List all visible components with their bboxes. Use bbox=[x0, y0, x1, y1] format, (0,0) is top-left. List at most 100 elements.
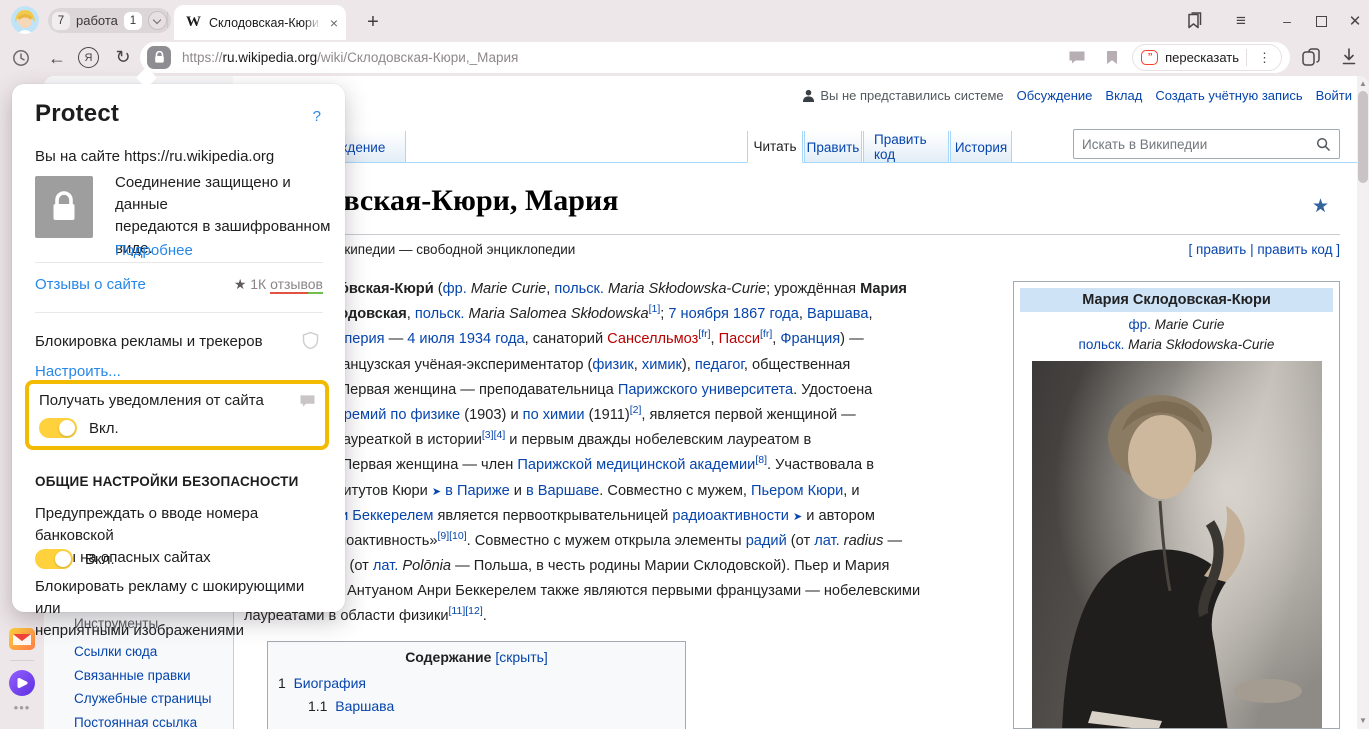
wiki-link[interactable]: польск. bbox=[554, 281, 604, 297]
wiki-link[interactable]: Парижского университета bbox=[618, 382, 793, 398]
new-tab-button[interactable]: + bbox=[358, 7, 388, 37]
wiki-link[interactable]: по химии bbox=[523, 407, 585, 423]
details-link[interactable]: Подробнее bbox=[115, 242, 193, 259]
window-maximize-button[interactable] bbox=[1310, 10, 1332, 32]
scroll-up-arrow[interactable]: ▲ bbox=[1358, 79, 1368, 88]
toc-link-biography[interactable]: Биография bbox=[294, 675, 366, 691]
collections-icon[interactable] bbox=[1301, 47, 1322, 68]
personal-link-create-account[interactable]: Создать учётную запись bbox=[1155, 88, 1302, 103]
wiki-link[interactable]: педагог bbox=[695, 357, 744, 373]
back-arrow-icon[interactable]: ← bbox=[47, 48, 67, 68]
toc-link-warsaw[interactable]: Варшава bbox=[335, 698, 394, 714]
protect-help-link[interactable]: ? bbox=[313, 108, 321, 125]
yandex-search-icon[interactable]: Я bbox=[78, 47, 99, 68]
wiki-link[interactable]: радиоактивности bbox=[672, 508, 789, 524]
wiki-search-box[interactable] bbox=[1073, 129, 1340, 159]
browser-menu-icon[interactable]: ≡ bbox=[1230, 10, 1252, 32]
personal-link-talk[interactable]: Обсуждение bbox=[1017, 88, 1093, 103]
tab-edit-source[interactable]: Править код bbox=[863, 131, 949, 163]
text-segment: — Польша, в честь родины Марии Склодовск… bbox=[451, 558, 889, 574]
reference-link[interactable]: [fr] bbox=[760, 329, 772, 341]
site-reviews-link[interactable]: Отзывы о сайте bbox=[35, 276, 146, 293]
wiki-link[interactable]: 1934 года bbox=[459, 331, 525, 347]
protect-lock-button[interactable] bbox=[147, 46, 171, 69]
personal-link-contribs[interactable]: Вклад bbox=[1105, 88, 1142, 103]
reference-link[interactable]: [9][10] bbox=[437, 530, 466, 542]
wiki-link[interactable]: 7 ноября bbox=[668, 306, 728, 322]
reference-link[interactable]: [8] bbox=[755, 454, 767, 466]
wiki-link[interactable]: 1867 года bbox=[733, 306, 799, 322]
edit-link[interactable]: править bbox=[1196, 242, 1246, 257]
page-scrollbar-thumb[interactable] bbox=[1358, 91, 1368, 183]
history-clock-icon[interactable] bbox=[12, 49, 30, 67]
bookmarks-panel-icon[interactable] bbox=[1182, 10, 1204, 32]
sidebar-item-permanent-link[interactable]: Постоянная ссылка bbox=[74, 715, 211, 729]
refresh-icon[interactable]: ↻ bbox=[112, 46, 134, 68]
sidebar-item-related-changes[interactable]: Связанные правки bbox=[74, 668, 211, 683]
toc-hide-link[interactable]: [скрыть] bbox=[495, 649, 547, 665]
wiki-link[interactable]: физик bbox=[592, 357, 633, 373]
notification-bubble-icon bbox=[299, 394, 316, 412]
retell-button[interactable]: ” пересказать ⋮ bbox=[1132, 44, 1282, 71]
wiki-link[interactable]: радий bbox=[746, 533, 787, 549]
reviews-count[interactable]: ★ 1К отзывов bbox=[234, 276, 323, 293]
address-bar[interactable]: https://ru.wikipedia.org/wiki/Склодовска… bbox=[140, 42, 1290, 73]
notifications-toggle[interactable] bbox=[39, 418, 77, 438]
text-segment: , bbox=[711, 331, 719, 347]
search-icon[interactable] bbox=[1316, 137, 1331, 152]
wiki-link[interactable]: 4 июля bbox=[407, 331, 454, 347]
active-tab[interactable]: W Склодовская-Кюри, Ма × bbox=[174, 5, 346, 40]
downloads-icon[interactable] bbox=[1340, 47, 1358, 67]
tab-group-pill[interactable]: 7 работа 1 bbox=[48, 8, 171, 33]
reference-link[interactable]: [1] bbox=[649, 303, 661, 315]
wiki-link[interactable]: польск. bbox=[415, 306, 465, 322]
lang-link-pl[interactable]: польск. bbox=[1079, 337, 1129, 352]
wiki-link[interactable]: фр. bbox=[443, 281, 467, 297]
wiki-link[interactable]: лат. bbox=[814, 533, 839, 549]
reference-link[interactable]: [11][12] bbox=[449, 606, 483, 618]
tab-edit[interactable]: Править bbox=[804, 131, 862, 163]
wiki-red-link[interactable]: Санселльмоз bbox=[607, 331, 698, 347]
scroll-down-arrow[interactable]: ▼ bbox=[1358, 716, 1368, 725]
site-comments-icon[interactable] bbox=[1068, 50, 1086, 65]
strip-more-icon[interactable]: ••• bbox=[0, 700, 44, 715]
adblock-configure-link[interactable]: Настроить... bbox=[35, 363, 323, 380]
reference-link[interactable]: [2] bbox=[630, 404, 642, 416]
featured-article-star-icon[interactable]: ★ bbox=[1312, 195, 1329, 218]
reference-link[interactable]: [3][4] bbox=[482, 429, 505, 441]
text-segment: (1903) и bbox=[460, 407, 523, 423]
wiki-link[interactable]: Франция bbox=[780, 331, 840, 347]
card-warning-state: Вкл. bbox=[85, 551, 115, 568]
tab-close-icon[interactable]: × bbox=[330, 15, 338, 31]
edit-source-link[interactable]: править код bbox=[1257, 242, 1332, 257]
reference-link[interactable]: [fr] bbox=[698, 329, 710, 341]
wiki-red-link[interactable]: Пасси bbox=[719, 331, 760, 347]
wiki-link[interactable]: в Варшаве bbox=[526, 483, 599, 499]
tab-group-expand-button[interactable] bbox=[148, 11, 167, 30]
wiki-link[interactable]: Пьером Кюри bbox=[751, 483, 843, 499]
alice-assistant-icon[interactable] bbox=[9, 670, 35, 701]
wiki-link[interactable]: лат. bbox=[373, 558, 398, 574]
url-text[interactable]: https://ru.wikipedia.org/wiki/Склодовска… bbox=[182, 50, 518, 65]
wiki-search-input[interactable] bbox=[1082, 137, 1316, 152]
wiki-link[interactable]: в Париже bbox=[445, 483, 510, 499]
window-close-button[interactable]: ✕ bbox=[1344, 10, 1366, 32]
tab-read[interactable]: Читать bbox=[747, 131, 803, 163]
sidebar-item-special-pages[interactable]: Служебные страницы bbox=[74, 691, 211, 706]
tab-group-count-badge: 7 bbox=[52, 12, 70, 30]
wiki-link[interactable]: Парижской медицинской академии bbox=[517, 457, 755, 473]
wiki-link[interactable]: химик bbox=[642, 357, 682, 373]
wiki-link[interactable]: Варшава bbox=[807, 306, 869, 322]
shield-icon bbox=[302, 331, 319, 354]
sidebar-item-whatlinkshere[interactable]: Ссылки сюда bbox=[74, 644, 211, 659]
card-warning-toggle[interactable] bbox=[35, 549, 73, 569]
personal-link-login[interactable]: Войти bbox=[1316, 88, 1352, 103]
window-minimize-button[interactable]: – bbox=[1276, 10, 1298, 32]
profile-avatar[interactable] bbox=[11, 6, 39, 34]
text-segment: Polōnia bbox=[402, 558, 451, 574]
tab-history[interactable]: История bbox=[950, 131, 1012, 163]
lang-link-fr[interactable]: фр. bbox=[1129, 317, 1155, 332]
yandex-mail-icon[interactable] bbox=[9, 628, 35, 655]
retell-menu-icon[interactable]: ⋮ bbox=[1254, 50, 1275, 66]
bookmark-icon[interactable] bbox=[1106, 50, 1118, 65]
